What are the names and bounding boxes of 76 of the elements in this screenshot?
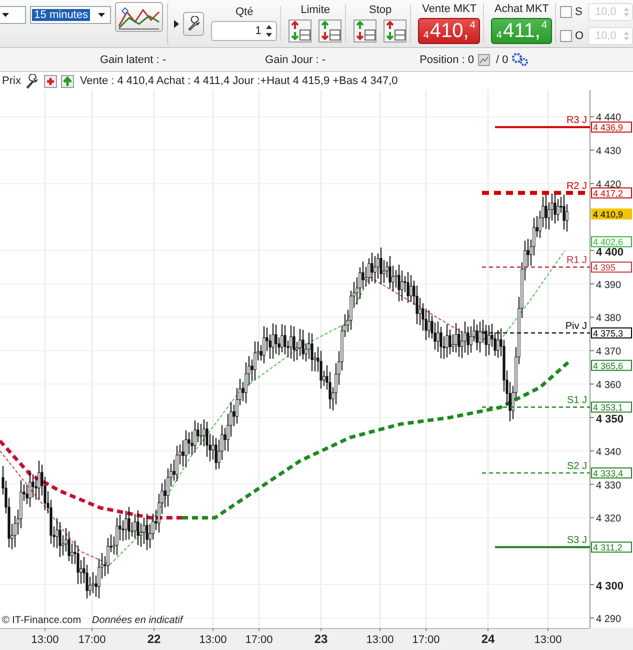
- caret-icon: [97, 12, 106, 18]
- spin-arrows-icon: [265, 24, 274, 38]
- axis-label: 4 290: [596, 614, 622, 625]
- time-label: 13:00: [534, 634, 562, 646]
- time-label: 13:00: [199, 634, 227, 646]
- price-tag: 4 333,4: [591, 467, 632, 478]
- time-label: 17:00: [412, 634, 440, 646]
- order-icon[interactable]: [383, 19, 408, 43]
- axis-label: 4 350: [596, 413, 624, 426]
- order-icon[interactable]: [318, 19, 342, 43]
- time-label: 17:00: [78, 634, 106, 646]
- level-label: R2 J: [566, 180, 587, 192]
- limit-label: Limite: [300, 4, 330, 16]
- time-label: 13:00: [31, 634, 59, 646]
- axis-label: 4 330: [596, 480, 622, 492]
- order-icon[interactable]: [288, 19, 312, 43]
- copyright-text: © IT-Finance.com: [2, 615, 82, 626]
- price-tag: 4 417,2: [591, 187, 632, 198]
- time-label: 17:00: [245, 634, 273, 646]
- time-label: 22: [147, 632, 161, 646]
- axis-label: 4 340: [596, 446, 622, 458]
- level-label: R1 J: [566, 255, 587, 266]
- gain-jour-label: Gain Jour : -: [265, 54, 326, 66]
- axis-label: 4 400: [596, 246, 624, 258]
- price-tag: 4 353,1: [591, 402, 632, 413]
- chart-title: Prix: [2, 75, 21, 87]
- position-total-label: / 0: [496, 54, 508, 66]
- price-tag: 4 365,6: [591, 360, 632, 371]
- wrench-icon[interactable]: [24, 74, 40, 88]
- level-label: Piv J: [565, 320, 587, 332]
- order-label: Achat MKT: [494, 3, 549, 15]
- time-label: 24: [481, 632, 495, 646]
- axis-label: 4 370: [596, 346, 622, 358]
- position-label: Position : 0: [420, 54, 474, 66]
- level-label: R3 J: [566, 115, 587, 126]
- quote-text: Vente : 4 410,4 Achat : 4 411,4 Jour :+Haut 4 415,9 +Bas 4 347,0: [80, 75, 398, 87]
- axis-label: 4 390: [596, 280, 622, 291]
- settings-button[interactable]: [183, 12, 204, 36]
- play-icon[interactable]: [174, 20, 180, 28]
- price-tag: 4 375,3: [591, 327, 632, 338]
- level-label: S3 J: [566, 535, 587, 546]
- wrench-icon: [186, 16, 202, 32]
- axis-label: 4 300: [596, 580, 624, 593]
- time-label: 13:00: [366, 634, 394, 646]
- gain-latent-label: Gain latent : -: [100, 54, 166, 66]
- axis-label: 4 430: [596, 146, 622, 158]
- checkbox-label: S: [575, 6, 584, 18]
- price-tag: 4 311,2: [591, 542, 632, 553]
- spin-arrows-icon: [623, 30, 630, 42]
- checkbox-label: O: [575, 30, 585, 42]
- chart-icon[interactable]: [478, 54, 490, 66]
- quantity-label: Qté: [235, 6, 254, 18]
- up-arrow-icon[interactable]: [60, 74, 74, 88]
- axis-label: 4 360: [596, 380, 622, 392]
- order-label: Vente MKT: [422, 3, 477, 15]
- time-label: 23: [314, 632, 328, 646]
- plus-icon[interactable]: [44, 74, 57, 88]
- stop-label: Stop: [369, 4, 392, 16]
- axis-label: 4 440: [596, 112, 622, 124]
- level-label: S2 J: [566, 460, 587, 472]
- quantity-spinner[interactable]: 1: [211, 21, 278, 41]
- axis-label: 4 320: [596, 514, 622, 525]
- chart-type-button[interactable]: [115, 2, 164, 32]
- disclaimer-text: Données en indicatif: [92, 615, 183, 626]
- order-icon[interactable]: [353, 19, 378, 43]
- axis-label: 4 380: [596, 313, 622, 324]
- symbol-dropdown[interactable]: [0, 6, 26, 24]
- price-tag: 4 402,6: [591, 236, 632, 248]
- spin-arrows-icon: [623, 6, 630, 18]
- price-tag: 4 395: [591, 262, 632, 273]
- caret-icon: [1, 12, 10, 18]
- gear-icon[interactable]: [512, 53, 528, 66]
- current-price-tag: 4 410,9: [591, 208, 632, 220]
- level-label: S1 J: [566, 395, 587, 406]
- interval-dropdown[interactable]: 15 minutes: [30, 6, 112, 24]
- price-tag: 4 436,9: [591, 122, 632, 133]
